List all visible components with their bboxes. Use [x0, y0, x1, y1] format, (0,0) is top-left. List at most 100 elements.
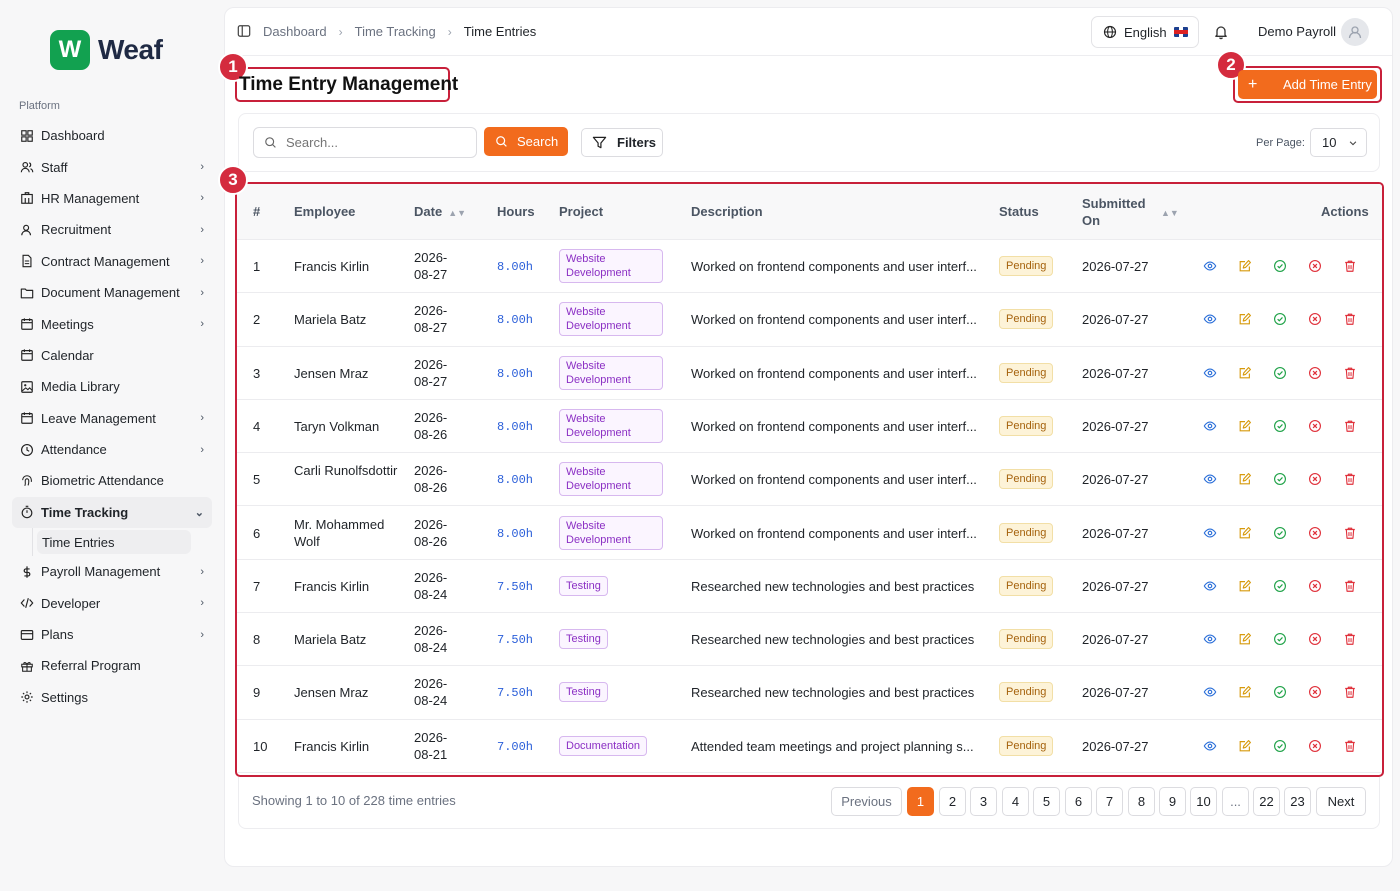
language-selector[interactable]: English	[1091, 16, 1199, 48]
approve-icon[interactable]	[1273, 632, 1287, 646]
sidebar-item-document-management[interactable]: Document Management ›	[12, 277, 212, 308]
view-icon[interactable]	[1203, 259, 1217, 273]
approve-icon[interactable]	[1273, 419, 1287, 433]
bell-icon[interactable]	[1213, 24, 1229, 40]
logo[interactable]: W Weaf	[50, 30, 163, 70]
delete-icon[interactable]	[1343, 366, 1357, 380]
delete-icon[interactable]	[1343, 739, 1357, 753]
reject-icon[interactable]	[1308, 685, 1322, 699]
edit-icon[interactable]	[1238, 259, 1252, 273]
edit-icon[interactable]	[1238, 419, 1252, 433]
delete-icon[interactable]	[1343, 472, 1357, 486]
view-icon[interactable]	[1203, 526, 1217, 540]
view-icon[interactable]	[1203, 472, 1217, 486]
add-time-entry-button[interactable]: + Add Time Entry	[1238, 70, 1377, 99]
view-icon[interactable]	[1203, 366, 1217, 380]
page-button-9[interactable]: 9	[1159, 787, 1186, 816]
page-button-3[interactable]: 3	[970, 787, 997, 816]
sidebar-item-calendar[interactable]: Calendar	[12, 340, 212, 371]
edit-icon[interactable]	[1238, 472, 1252, 486]
page-button-7[interactable]: 7	[1096, 787, 1123, 816]
sidebar-item-payroll-management[interactable]: Payroll Management ›	[12, 556, 212, 587]
approve-icon[interactable]	[1273, 472, 1287, 486]
column-header-submitted-on[interactable]: Submitted On	[1082, 195, 1152, 229]
breadcrumb-dashboard[interactable]: Dashboard	[263, 24, 327, 39]
page-button-5[interactable]: 5	[1033, 787, 1060, 816]
page-button-6[interactable]: 6	[1065, 787, 1092, 816]
sidebar-item-hr-management[interactable]: HR Management ›	[12, 183, 212, 214]
approve-icon[interactable]	[1273, 685, 1287, 699]
edit-icon[interactable]	[1238, 526, 1252, 540]
sidebar-item-referral-program[interactable]: Referral Program	[12, 650, 212, 681]
sidebar-item-recruitment[interactable]: Recruitment ›	[12, 214, 212, 245]
reject-icon[interactable]	[1308, 579, 1322, 593]
sidebar-item-dashboard[interactable]: Dashboard	[12, 120, 212, 151]
approve-icon[interactable]	[1273, 312, 1287, 326]
reject-icon[interactable]	[1308, 312, 1322, 326]
page-button-10[interactable]: 10	[1190, 787, 1217, 816]
sidebar-item-biometric-attendance[interactable]: Biometric Attendance	[12, 465, 212, 496]
page-button-4[interactable]: 4	[1002, 787, 1029, 816]
approve-icon[interactable]	[1273, 739, 1287, 753]
sort-icon[interactable]: ▲▼	[1155, 203, 1179, 222]
approve-icon[interactable]	[1273, 366, 1287, 380]
reject-icon[interactable]	[1308, 739, 1322, 753]
sidebar-item-plans[interactable]: Plans ›	[12, 619, 212, 650]
reject-icon[interactable]	[1308, 632, 1322, 646]
reject-icon[interactable]	[1308, 472, 1322, 486]
sidebar-item-staff[interactable]: Staff ›	[12, 151, 212, 182]
avatar[interactable]	[1341, 18, 1369, 46]
page-button-2[interactable]: 2	[939, 787, 966, 816]
page-button-1[interactable]: 1	[907, 787, 934, 816]
page-button-23[interactable]: 23	[1284, 787, 1311, 816]
view-icon[interactable]	[1203, 312, 1217, 326]
previous-button[interactable]: Previous	[831, 787, 902, 816]
edit-icon[interactable]	[1238, 366, 1252, 380]
view-icon[interactable]	[1203, 579, 1217, 593]
reject-icon[interactable]	[1308, 526, 1322, 540]
approve-icon[interactable]	[1273, 526, 1287, 540]
sidebar-item-developer[interactable]: Developer ›	[12, 587, 212, 618]
delete-icon[interactable]	[1343, 685, 1357, 699]
reject-icon[interactable]	[1308, 419, 1322, 433]
delete-icon[interactable]	[1343, 632, 1357, 646]
delete-icon[interactable]	[1343, 259, 1357, 273]
delete-icon[interactable]	[1343, 579, 1357, 593]
reject-icon[interactable]	[1308, 366, 1322, 380]
delete-icon[interactable]	[1343, 312, 1357, 326]
sidebar-item-settings[interactable]: Settings	[12, 682, 212, 713]
search-button[interactable]: Search	[484, 127, 568, 156]
user-name[interactable]: Demo Payroll	[1258, 24, 1336, 39]
delete-icon[interactable]	[1343, 526, 1357, 540]
sidebar-item-leave-management[interactable]: Leave Management ›	[12, 403, 212, 434]
filters-button[interactable]: Filters	[581, 128, 663, 157]
next-button[interactable]: Next	[1316, 787, 1366, 816]
edit-icon[interactable]	[1238, 579, 1252, 593]
page-button-8[interactable]: 8	[1128, 787, 1155, 816]
sidebar-item-contract-management[interactable]: Contract Management ›	[12, 246, 212, 277]
view-icon[interactable]	[1203, 685, 1217, 699]
edit-icon[interactable]	[1238, 685, 1252, 699]
edit-icon[interactable]	[1238, 632, 1252, 646]
sidebar-item-media-library[interactable]: Media Library	[12, 371, 212, 402]
sidebar-item-attendance[interactable]: Attendance ›	[12, 434, 212, 465]
edit-icon[interactable]	[1238, 739, 1252, 753]
view-icon[interactable]	[1203, 419, 1217, 433]
search-field[interactable]	[253, 127, 477, 158]
approve-icon[interactable]	[1273, 579, 1287, 593]
sidebar-toggle-icon[interactable]	[237, 24, 251, 38]
edit-icon[interactable]	[1238, 312, 1252, 326]
view-icon[interactable]	[1203, 632, 1217, 646]
sidebar-item-time-tracking[interactable]: Time Tracking ⌄	[12, 496, 212, 529]
per-page-select[interactable]: 10	[1310, 128, 1367, 157]
view-icon[interactable]	[1203, 739, 1217, 753]
sidebar-subitem-time-entries[interactable]: Time Entries	[37, 530, 191, 555]
delete-icon[interactable]	[1343, 419, 1357, 433]
search-input[interactable]	[286, 135, 466, 150]
breadcrumb-time-tracking[interactable]: Time Tracking	[355, 24, 436, 39]
sidebar-item-meetings[interactable]: Meetings ›	[12, 308, 212, 339]
column-header-date[interactable]: Date ▲▼	[414, 203, 466, 222]
page-button-22[interactable]: 22	[1253, 787, 1280, 816]
reject-icon[interactable]	[1308, 259, 1322, 273]
approve-icon[interactable]	[1273, 259, 1287, 273]
